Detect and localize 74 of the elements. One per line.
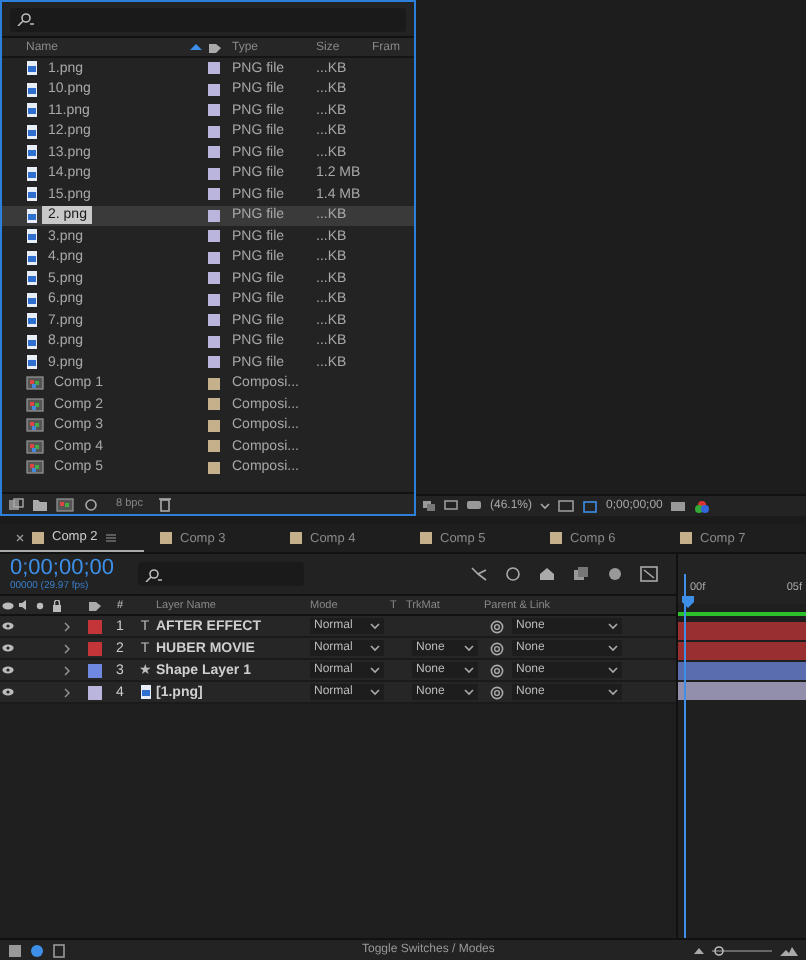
search-field[interactable] bbox=[138, 562, 304, 586]
slider-thumb[interactable] bbox=[713, 945, 723, 955]
label-swatch[interactable] bbox=[88, 641, 102, 655]
label-swatch[interactable] bbox=[208, 230, 220, 243]
label-swatch[interactable] bbox=[208, 461, 220, 474]
label-swatch[interactable] bbox=[208, 314, 220, 327]
caret-icon bbox=[370, 666, 380, 674]
label-swatch[interactable] bbox=[208, 419, 220, 432]
zoom-out-icon[interactable] bbox=[694, 946, 704, 954]
composition-icon bbox=[26, 460, 44, 475]
label-swatch[interactable] bbox=[208, 104, 220, 117]
caret-icon bbox=[608, 666, 618, 674]
zoom-slider[interactable] bbox=[712, 942, 772, 958]
label-swatch[interactable] bbox=[208, 83, 220, 96]
label-icon bbox=[88, 599, 102, 611]
caret-icon bbox=[370, 688, 380, 696]
expand-caret-icon[interactable] bbox=[64, 665, 70, 675]
label-swatch[interactable] bbox=[208, 440, 220, 453]
eye-icon bbox=[2, 601, 14, 609]
eye-icon[interactable] bbox=[2, 622, 14, 630]
composition-icon bbox=[26, 418, 44, 433]
search-field[interactable] bbox=[10, 7, 406, 31]
layers-icon[interactable] bbox=[422, 500, 436, 512]
label-swatch[interactable] bbox=[208, 62, 220, 75]
eye-icon[interactable] bbox=[2, 688, 14, 696]
caret-icon bbox=[608, 622, 618, 630]
label-swatch[interactable] bbox=[208, 146, 220, 159]
composition-icon bbox=[26, 397, 44, 412]
label-swatch[interactable] bbox=[88, 619, 102, 633]
label-swatch[interactable] bbox=[208, 398, 220, 411]
caret-icon bbox=[608, 644, 618, 652]
caret-icon bbox=[370, 644, 380, 652]
image-file-icon bbox=[139, 684, 151, 700]
search-icon bbox=[16, 12, 36, 26]
speaker-icon bbox=[18, 600, 30, 610]
label-swatch[interactable] bbox=[208, 272, 220, 285]
expand-caret-icon[interactable] bbox=[64, 621, 70, 631]
composition-icon[interactable] bbox=[56, 497, 74, 511]
label-swatch[interactable] bbox=[208, 356, 220, 369]
label-swatch[interactable] bbox=[208, 251, 220, 264]
current-time[interactable]: 0;00;00;00 bbox=[10, 557, 126, 579]
label-swatch[interactable] bbox=[208, 335, 220, 348]
caret-icon bbox=[608, 688, 618, 696]
label-swatch[interactable] bbox=[88, 685, 102, 699]
color-channels-icon[interactable] bbox=[694, 499, 711, 513]
label-swatch[interactable] bbox=[208, 125, 220, 138]
label-swatch[interactable] bbox=[208, 188, 220, 201]
caret-icon bbox=[540, 502, 551, 510]
caret-icon bbox=[464, 688, 474, 696]
composition-icon bbox=[26, 376, 44, 391]
sort-arrow-icon bbox=[190, 44, 202, 50]
monitor-icon[interactable] bbox=[444, 500, 458, 512]
label-icon bbox=[207, 41, 221, 53]
caret-icon bbox=[370, 622, 380, 630]
composition-icon bbox=[26, 439, 44, 454]
trash-icon[interactable] bbox=[158, 496, 173, 512]
label-swatch[interactable] bbox=[208, 167, 220, 180]
menu-icon bbox=[105, 533, 116, 541]
caret-icon bbox=[464, 666, 474, 674]
close-icon bbox=[16, 533, 24, 541]
caret-icon bbox=[464, 644, 474, 652]
solo-icon bbox=[36, 601, 44, 609]
eye-icon[interactable] bbox=[2, 644, 14, 652]
label-swatch[interactable] bbox=[88, 663, 102, 677]
expand-caret-icon[interactable] bbox=[64, 687, 70, 697]
expand-caret-icon[interactable] bbox=[64, 643, 70, 653]
lock-icon bbox=[51, 599, 61, 611]
eye-icon[interactable] bbox=[2, 666, 14, 674]
zoom-in-icon[interactable] bbox=[780, 945, 798, 955]
search-icon bbox=[144, 567, 164, 581]
label-swatch[interactable] bbox=[208, 293, 220, 306]
folder-icon[interactable] bbox=[32, 497, 48, 511]
label-swatch[interactable] bbox=[208, 209, 220, 222]
label-swatch[interactable] bbox=[208, 377, 220, 390]
